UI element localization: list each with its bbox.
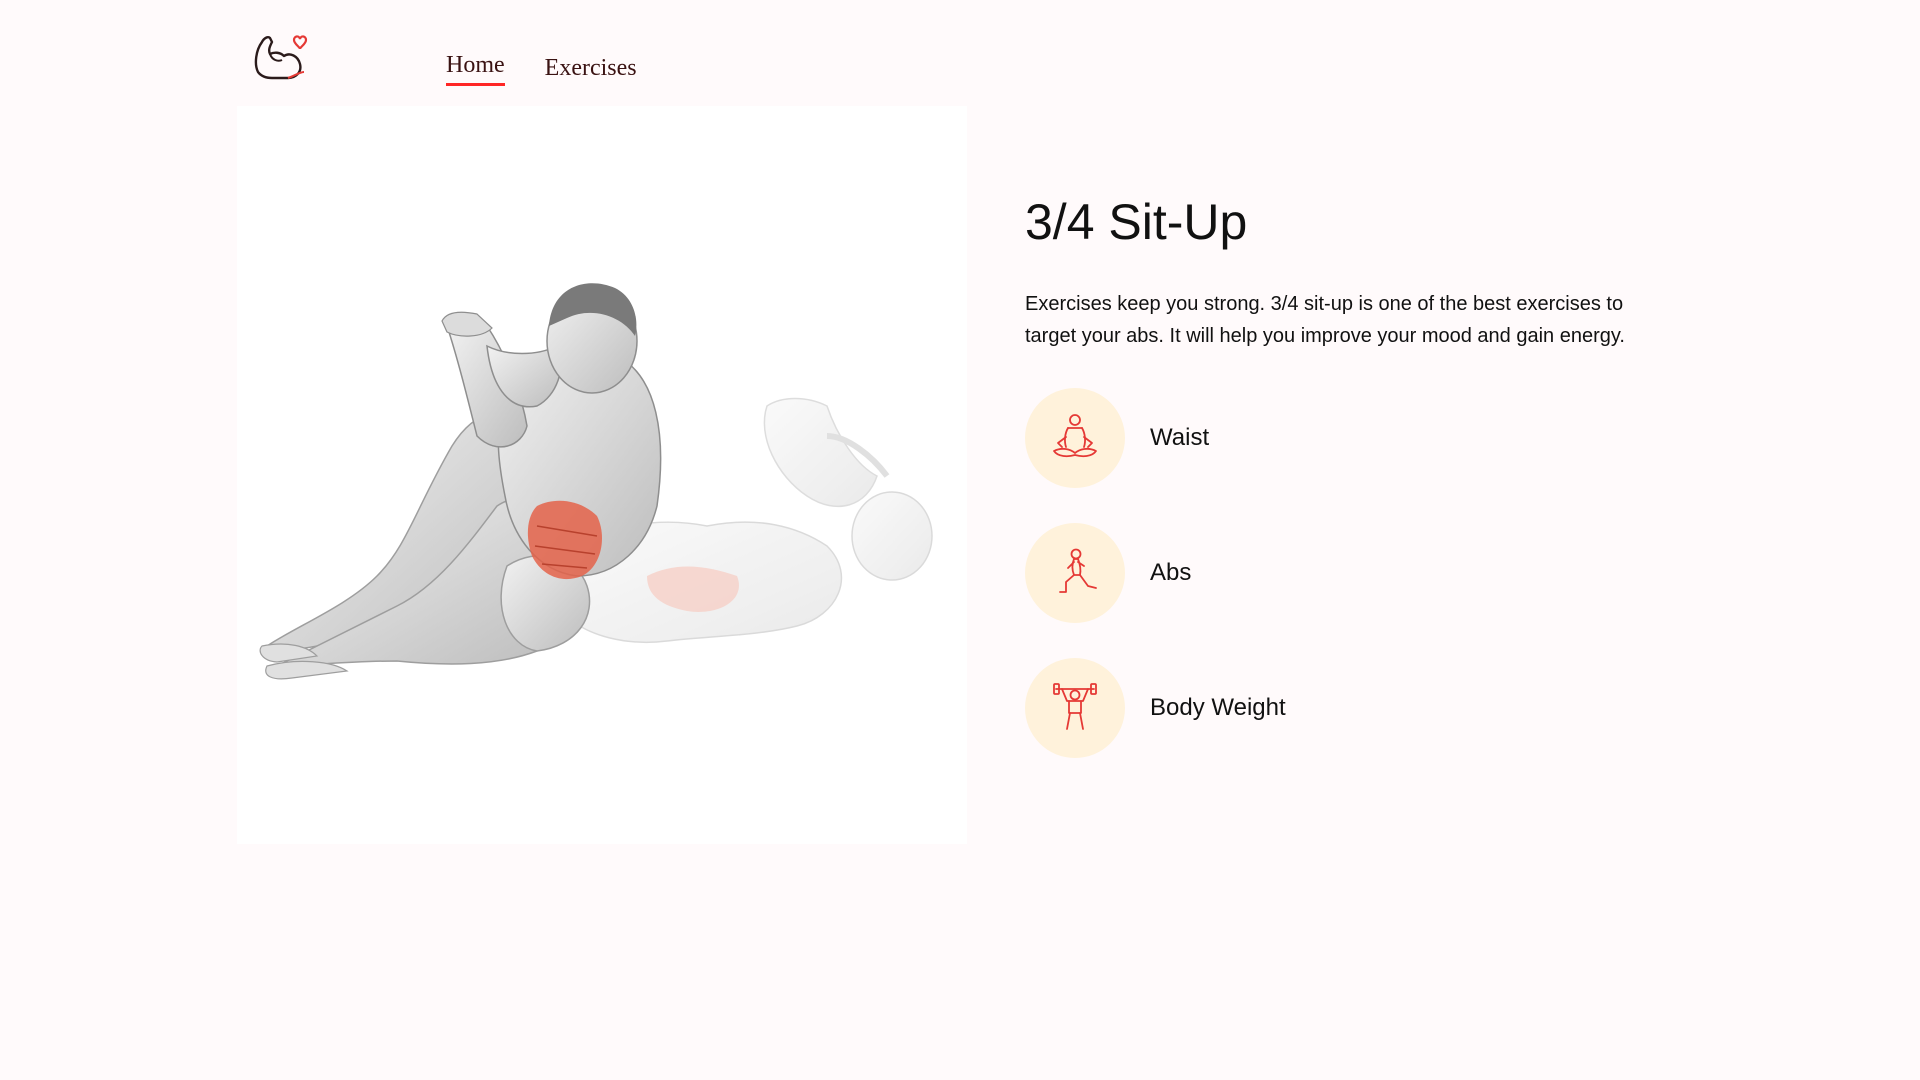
target-item-waist: Waist: [1025, 388, 1665, 488]
meditation-pose-icon: [1053, 414, 1097, 458]
sit-up-muscle-illustration: [259, 283, 933, 680]
flexed-arm-heart-icon[interactable]: [252, 28, 310, 84]
weightlifter-icon: [1053, 683, 1097, 730]
lunge-pose-icon: [1059, 548, 1097, 593]
exercise-title: 3/4 Sit-Up: [1025, 194, 1248, 250]
page: Home Exercises 3/4 Sit-Up Exercises keep…: [0, 0, 1920, 1080]
target-item-abs: Abs: [1025, 523, 1665, 623]
exercise-image: [237, 106, 967, 844]
target-item-body-weight: Body Weight: [1025, 658, 1665, 758]
nav-exercises-link[interactable]: Exercises: [545, 55, 637, 86]
nav-home-link[interactable]: Home: [446, 52, 505, 86]
target-label: Abs: [1150, 559, 1192, 586]
target-icon-circle[interactable]: [1025, 523, 1125, 623]
target-label: Waist: [1150, 424, 1210, 451]
exercise-description: Exercises keep you strong. 3/4 sit-up is…: [1025, 293, 1625, 347]
navbar: Home Exercises: [0, 0, 1920, 100]
target-label: Body Weight: [1150, 694, 1286, 721]
target-list: Waist Abs Body Weight: [1025, 388, 1665, 758]
nav-links: Home Exercises: [446, 52, 637, 86]
exercise-details: 3/4 Sit-Up Exercises keep you strong. 3/…: [1025, 190, 1665, 793]
target-icon-circle[interactable]: [1025, 388, 1125, 488]
target-icon-circle[interactable]: [1025, 658, 1125, 758]
